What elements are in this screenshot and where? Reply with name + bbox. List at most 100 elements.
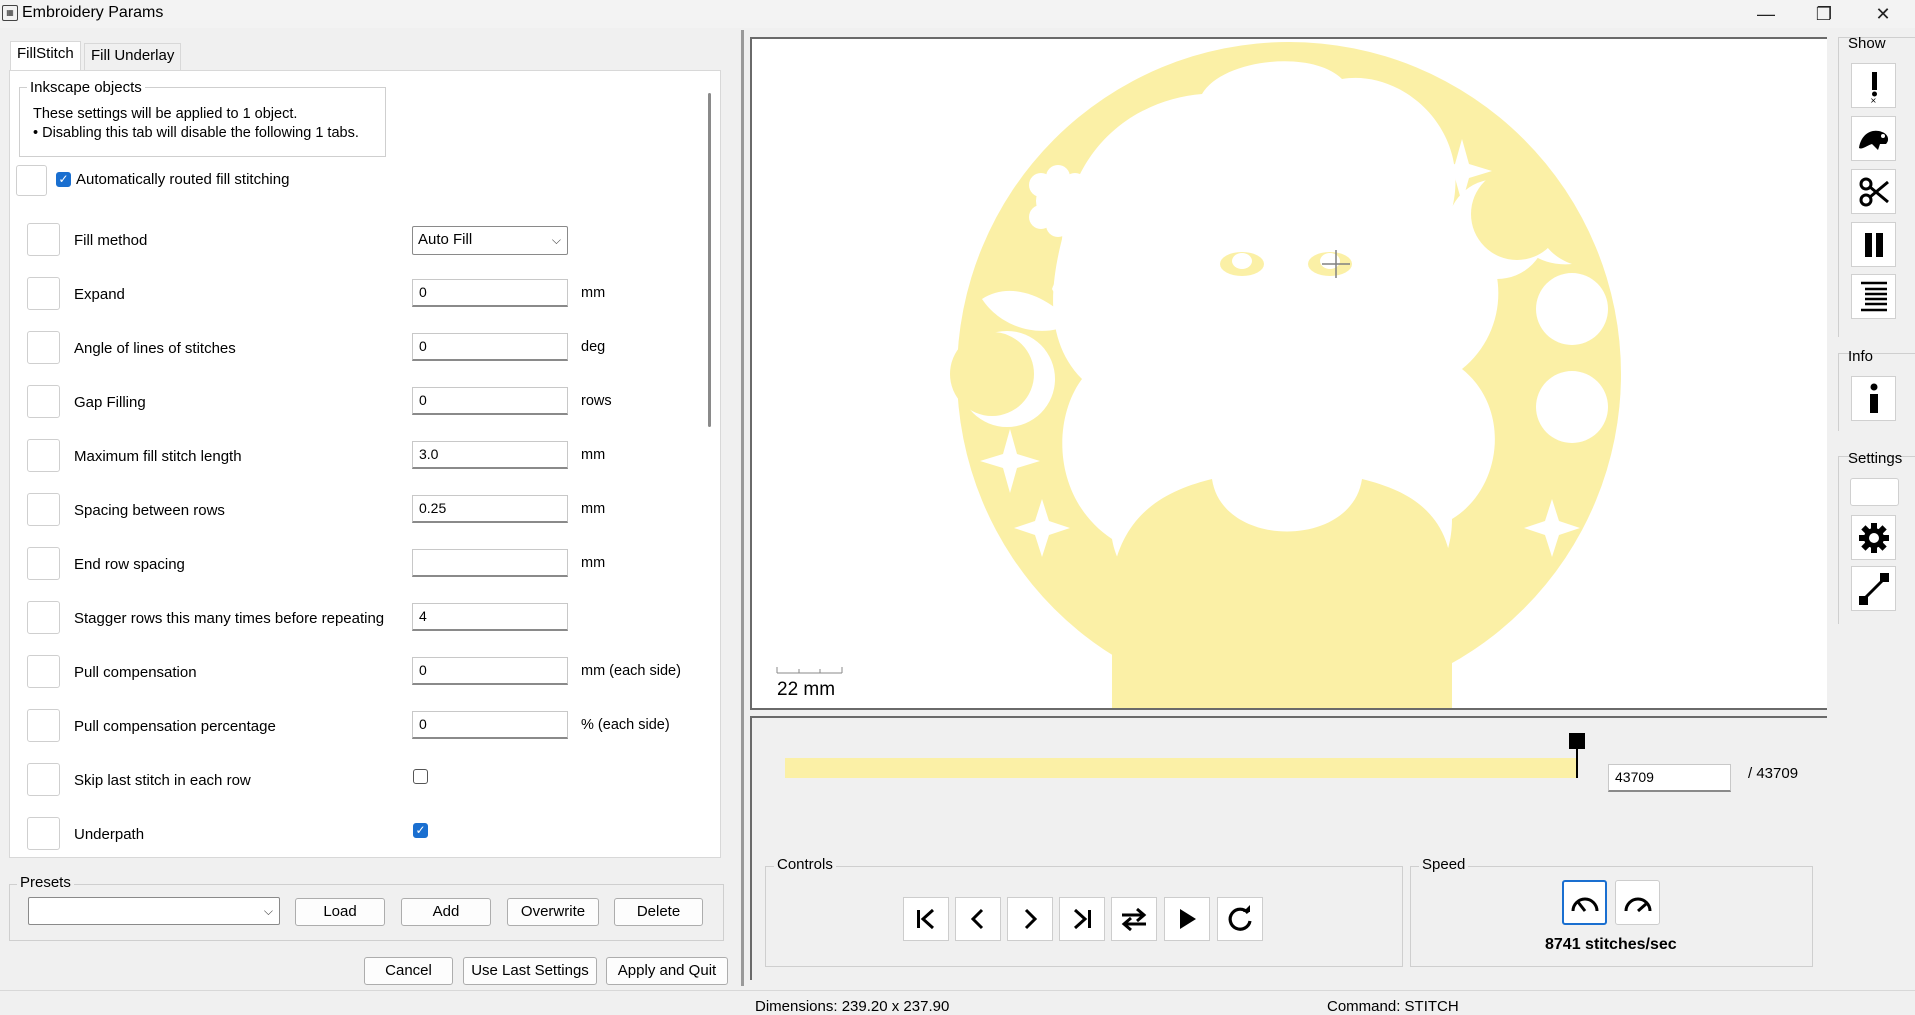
param-enable-box[interactable] bbox=[27, 817, 60, 850]
param-label: Skip last stitch in each row bbox=[74, 772, 251, 789]
pull-comp-percent-input[interactable]: 0 bbox=[412, 711, 568, 739]
title-bar: ▦ Embroidery Params — ❐ ✕ bbox=[0, 0, 1915, 28]
param-enable-box[interactable] bbox=[27, 655, 60, 688]
toggle-jumps-button[interactable] bbox=[1851, 116, 1896, 161]
panel-scrollbar[interactable] bbox=[708, 93, 711, 427]
param-enable-box[interactable] bbox=[27, 493, 60, 526]
auto-route-toggle-box[interactable] bbox=[16, 165, 47, 196]
chevron-down-icon: ⌵ bbox=[551, 233, 561, 247]
embroidery-design-preview bbox=[776, 42, 1621, 708]
toggle-color-changes-button[interactable] bbox=[1851, 274, 1896, 319]
auto-route-label: Automatically routed fill stitching bbox=[76, 171, 290, 188]
warning-markers-icon: × bbox=[1870, 71, 1877, 103]
applied-objects-note: These settings will be applied to 1 obje… bbox=[33, 106, 298, 122]
param-unit: mm (each side) bbox=[581, 663, 681, 679]
close-window-button[interactable]: ✕ bbox=[1855, 0, 1911, 28]
param-unit: rows bbox=[581, 393, 612, 409]
param-label: Gap Filling bbox=[74, 394, 146, 411]
trim-scissors-icon bbox=[1859, 177, 1889, 206]
settings-slot[interactable] bbox=[1850, 478, 1899, 506]
tab-fillstitch[interactable]: FillStitch bbox=[10, 41, 81, 71]
use-last-settings-button[interactable]: Use Last Settings bbox=[463, 957, 597, 985]
settings-button[interactable] bbox=[1851, 515, 1896, 560]
chevron-left-icon bbox=[970, 908, 984, 930]
param-unit: deg bbox=[581, 339, 606, 355]
restart-button[interactable] bbox=[1217, 897, 1263, 941]
tab-fill-underlay[interactable]: Fill Underlay bbox=[84, 43, 182, 70]
restore-button[interactable]: ❐ bbox=[1796, 0, 1852, 28]
pull-comp-input[interactable]: 0 bbox=[412, 657, 568, 685]
load-preset-button[interactable]: Load bbox=[295, 898, 385, 926]
param-enable-box[interactable] bbox=[27, 277, 60, 310]
stitch-number-input[interactable]: 43709 bbox=[1608, 764, 1731, 792]
chevron-right-icon bbox=[1024, 908, 1038, 930]
speed-fast-icon bbox=[1624, 897, 1651, 912]
add-preset-button[interactable]: Add bbox=[401, 898, 491, 926]
slider-handle[interactable] bbox=[1569, 733, 1585, 749]
fillstitch-panel: Inkscape objects These settings will be … bbox=[9, 70, 721, 858]
stop-pause-icon bbox=[1864, 232, 1883, 257]
param-unit: mm bbox=[581, 555, 606, 571]
preset-select[interactable]: ⌵ bbox=[28, 897, 280, 925]
param-enable-box[interactable] bbox=[27, 763, 60, 796]
settings-title: Settings bbox=[1848, 450, 1903, 467]
restore-icon: ❐ bbox=[1815, 3, 1833, 24]
stitch-track-fill bbox=[785, 758, 1577, 778]
needle-points-button[interactable] bbox=[1851, 566, 1896, 611]
underpath-checkbox[interactable]: ✓ bbox=[413, 823, 428, 838]
faster-speed-button[interactable] bbox=[1615, 880, 1660, 925]
param-enable-box[interactable] bbox=[27, 601, 60, 634]
slower-speed-button[interactable] bbox=[1562, 880, 1607, 925]
expand-input[interactable]: 0 bbox=[412, 279, 568, 307]
param-unit: mm bbox=[581, 285, 606, 301]
info-button[interactable] bbox=[1851, 376, 1896, 421]
disable-tabs-note: • Disabling this tab will disable the fo… bbox=[33, 125, 359, 141]
stitch-track[interactable] bbox=[785, 758, 1577, 778]
cancel-button[interactable]: Cancel bbox=[364, 957, 453, 985]
param-label: Angle of lines of stitches bbox=[74, 340, 236, 357]
refresh-icon bbox=[1228, 905, 1252, 931]
stagger-input[interactable]: 4 bbox=[412, 603, 568, 631]
dimensions-status: Dimensions: 239.20 x 237.90 bbox=[755, 998, 950, 1015]
param-label: Stagger rows this many times before repe… bbox=[74, 610, 385, 627]
overwrite-preset-button[interactable]: Overwrite bbox=[507, 898, 599, 926]
stitch-preview-canvas[interactable]: 22 mm bbox=[750, 37, 1827, 710]
param-enable-box[interactable] bbox=[27, 709, 60, 742]
param-enable-box[interactable] bbox=[27, 223, 60, 256]
param-label: Spacing between rows bbox=[74, 502, 225, 519]
max-stitch-length-input[interactable]: 3.0 bbox=[412, 441, 568, 469]
param-enable-box[interactable] bbox=[27, 547, 60, 580]
previous-stitch-button[interactable] bbox=[955, 897, 1001, 941]
show-title: Show bbox=[1848, 35, 1886, 52]
last-stitch-button[interactable] bbox=[1059, 897, 1105, 941]
skip-last-stitch-checkbox[interactable] bbox=[413, 769, 428, 784]
param-enable-box[interactable] bbox=[27, 439, 60, 472]
scale-label: 22 mm bbox=[777, 679, 836, 700]
param-label: Fill method bbox=[74, 232, 148, 249]
end-row-spacing-input[interactable] bbox=[412, 549, 568, 577]
gap-filling-input[interactable]: 0 bbox=[412, 387, 568, 415]
next-stitch-button[interactable] bbox=[1007, 897, 1053, 941]
param-label: Maximum fill stitch length bbox=[74, 448, 242, 465]
embroidery-app-icon: ▦ bbox=[2, 5, 18, 21]
toggle-warnings-button[interactable]: × bbox=[1851, 63, 1896, 108]
auto-route-checkbox[interactable]: ✓ bbox=[56, 172, 71, 187]
delete-preset-button[interactable]: Delete bbox=[614, 898, 703, 926]
close-icon: ✕ bbox=[1875, 3, 1891, 24]
apply-and-quit-button[interactable]: Apply and Quit bbox=[606, 957, 728, 985]
first-stitch-button[interactable] bbox=[903, 897, 949, 941]
play-icon bbox=[1180, 909, 1196, 929]
fill-method-select[interactable]: Auto Fill ⌵ bbox=[412, 226, 568, 255]
command-status: Command: STITCH bbox=[1327, 998, 1459, 1015]
angle-input[interactable]: 0 bbox=[412, 333, 568, 361]
window-title: Embroidery Params bbox=[22, 4, 164, 21]
reverse-direction-button[interactable] bbox=[1111, 897, 1157, 941]
param-enable-box[interactable] bbox=[27, 385, 60, 418]
toggle-trims-button[interactable] bbox=[1851, 169, 1896, 214]
minimize-button[interactable]: — bbox=[1738, 0, 1794, 28]
splitter[interactable] bbox=[741, 30, 744, 986]
row-spacing-input[interactable]: 0.25 bbox=[412, 495, 568, 523]
param-enable-box[interactable] bbox=[27, 331, 60, 364]
play-button[interactable] bbox=[1164, 897, 1210, 941]
toggle-stops-button[interactable] bbox=[1851, 222, 1896, 267]
